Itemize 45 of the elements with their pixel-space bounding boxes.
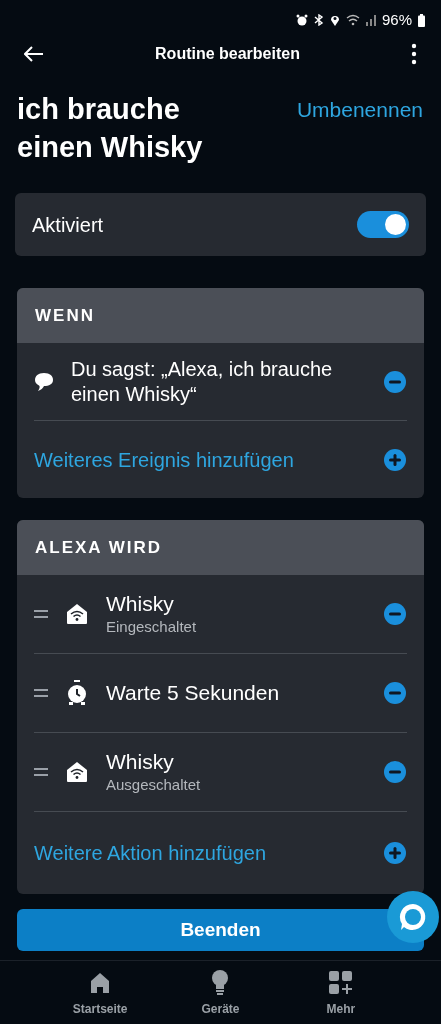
action-title: Warte 5 Sekunden [106,680,281,706]
smart-plug-icon [65,602,89,626]
battery-icon [418,13,425,27]
timer-icon [65,680,89,706]
remove-icon[interactable] [383,681,407,705]
add-action-link[interactable]: Weitere Aktion hinzufügen [34,838,266,868]
nav-tab[interactable]: Geräte [180,969,261,1024]
light-bulb-icon [211,970,230,996]
assistant-icon[interactable] [387,891,439,943]
smart-plug-icon [65,760,89,784]
drag-handle-icon[interactable] [34,767,48,777]
location-icon [329,14,340,26]
remove-icon[interactable] [383,760,407,784]
add-event-link[interactable]: Weiteres Ereignis hinzufügen [34,444,294,475]
drag-handle-icon[interactable] [34,609,48,619]
bluetooth-icon [313,14,324,26]
home-icon [89,972,112,994]
battery-level: 96% [381,9,412,30]
drag-handle-icon[interactable] [34,688,48,698]
remove-icon[interactable] [383,369,407,394]
more-options-icon[interactable] [411,43,417,65]
routine-name: ich brauche einen Whisky [17,92,204,165]
section-heading: ALEXA WIRD [35,536,163,559]
alarm-icon [295,14,308,26]
enabled-toggle[interactable] [357,211,409,238]
speech-bubble-icon [34,371,54,392]
add-icon[interactable] [383,447,407,472]
add-icon[interactable] [383,841,407,865]
signal-icon [365,14,376,26]
action-title: Whisky [106,749,175,775]
action-status: Ausgeschaltet [106,775,202,795]
action-status: Eingeschaltet [106,617,198,637]
back-icon[interactable] [24,46,44,62]
finish-button[interactable]: Beenden [17,909,424,951]
trigger-text: Du sagst: „Alexa, ich brauche einen Whisky“ [71,356,334,407]
enabled-label: Aktiviert [32,212,104,238]
page-title: Routine bearbeiten [154,44,301,64]
grid-plus-icon [328,971,353,995]
nav-tab[interactable]: Startseite [60,969,141,1024]
wifi-icon [345,14,360,26]
section-heading: WENN [35,304,95,327]
rename-link[interactable]: Umbenennen [296,94,423,126]
action-title: Whisky [106,591,175,617]
nav-tab[interactable]: Mehr [300,969,381,1024]
remove-icon[interactable] [383,602,407,626]
